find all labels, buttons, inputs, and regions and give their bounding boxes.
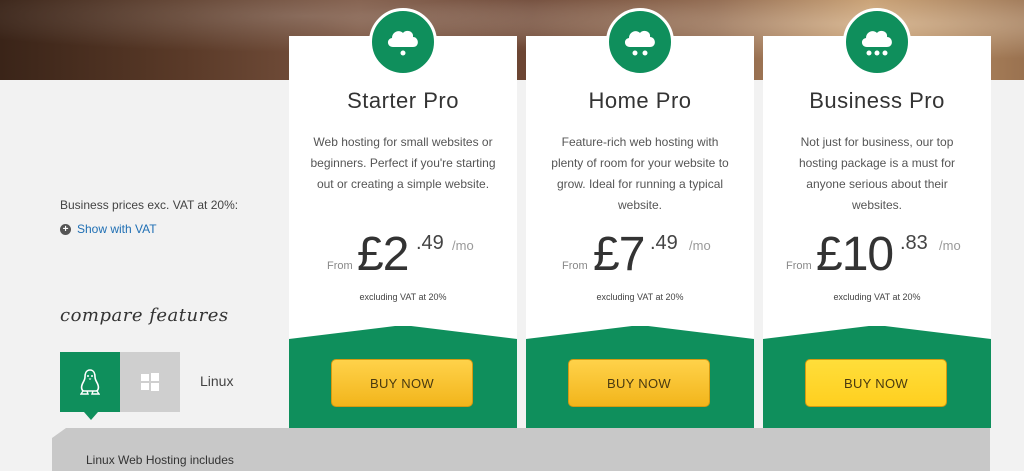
plan-description: Not just for business, our top hosting p…: [798, 135, 956, 212]
right-gutter: [990, 80, 1024, 471]
selected-os-label: Linux: [200, 373, 234, 389]
price-from-label: From: [327, 260, 353, 272]
tab-linux[interactable]: [60, 352, 120, 420]
price-from-label: From: [786, 260, 812, 272]
plan-card-business-pro: Business Pro Not just for business, our …: [763, 8, 991, 428]
cloud-two-dots-icon: [606, 8, 674, 76]
linux-penguin-icon: [80, 369, 100, 395]
plan-card-home-pro: Home Pro Feature-rich web hosting with p…: [526, 8, 754, 428]
price-from-label: From: [562, 260, 588, 272]
price-pounds: £7: [593, 228, 645, 281]
vat-excluded-note: excluding VAT at 20%: [833, 292, 921, 302]
price-period: /mo: [452, 238, 474, 253]
price-pence: .49: [650, 232, 678, 254]
price-period: /mo: [939, 238, 961, 253]
price-pence: .83: [900, 232, 928, 254]
plan-card-starter-pro: Starter Pro Web hosting for small websit…: [289, 8, 517, 428]
price-pounds: £2: [357, 228, 409, 281]
plan-price: From £7 .49 /mo: [526, 226, 754, 281]
cloud-one-dot-icon: [369, 8, 437, 76]
plan-price: From £2 .49 /mo: [289, 226, 517, 281]
includes-bar: Linux Web Hosting includes: [52, 428, 990, 471]
show-with-vat-label: Show with VAT: [77, 222, 157, 236]
compare-features-heading: compare features: [60, 305, 229, 326]
plan-name: Business Pro: [809, 88, 945, 113]
cloud-three-dots-icon: [843, 8, 911, 76]
price-pence: .49: [416, 232, 444, 254]
price-period: /mo: [689, 238, 711, 253]
os-tab-group: [60, 352, 180, 420]
tab-windows[interactable]: [120, 352, 180, 412]
vat-excluded-note: excluding VAT at 20%: [596, 292, 684, 302]
show-with-vat-link[interactable]: + Show with VAT: [60, 222, 157, 236]
plan-description: Feature-rich web hosting with plenty of …: [551, 135, 729, 212]
plan-price: From £10 .83 /mo: [763, 226, 991, 281]
vat-excluded-note: excluding VAT at 20%: [359, 292, 447, 302]
plus-circle-icon: +: [60, 223, 71, 235]
vat-note: Business prices exc. VAT at 20%:: [60, 198, 239, 212]
windows-logo-icon: [141, 373, 159, 391]
buy-now-button[interactable]: BUY NOW: [805, 359, 947, 407]
buy-now-button[interactable]: BUY NOW: [331, 359, 473, 407]
plan-description: Web hosting for small websites or beginn…: [310, 135, 496, 191]
buy-now-button[interactable]: BUY NOW: [568, 359, 710, 407]
price-pounds: £10: [816, 228, 894, 281]
left-panel: [0, 80, 290, 471]
includes-text: Linux Web Hosting includes: [86, 453, 234, 467]
plan-name: Starter Pro: [347, 88, 459, 113]
plan-name: Home Pro: [588, 88, 692, 113]
